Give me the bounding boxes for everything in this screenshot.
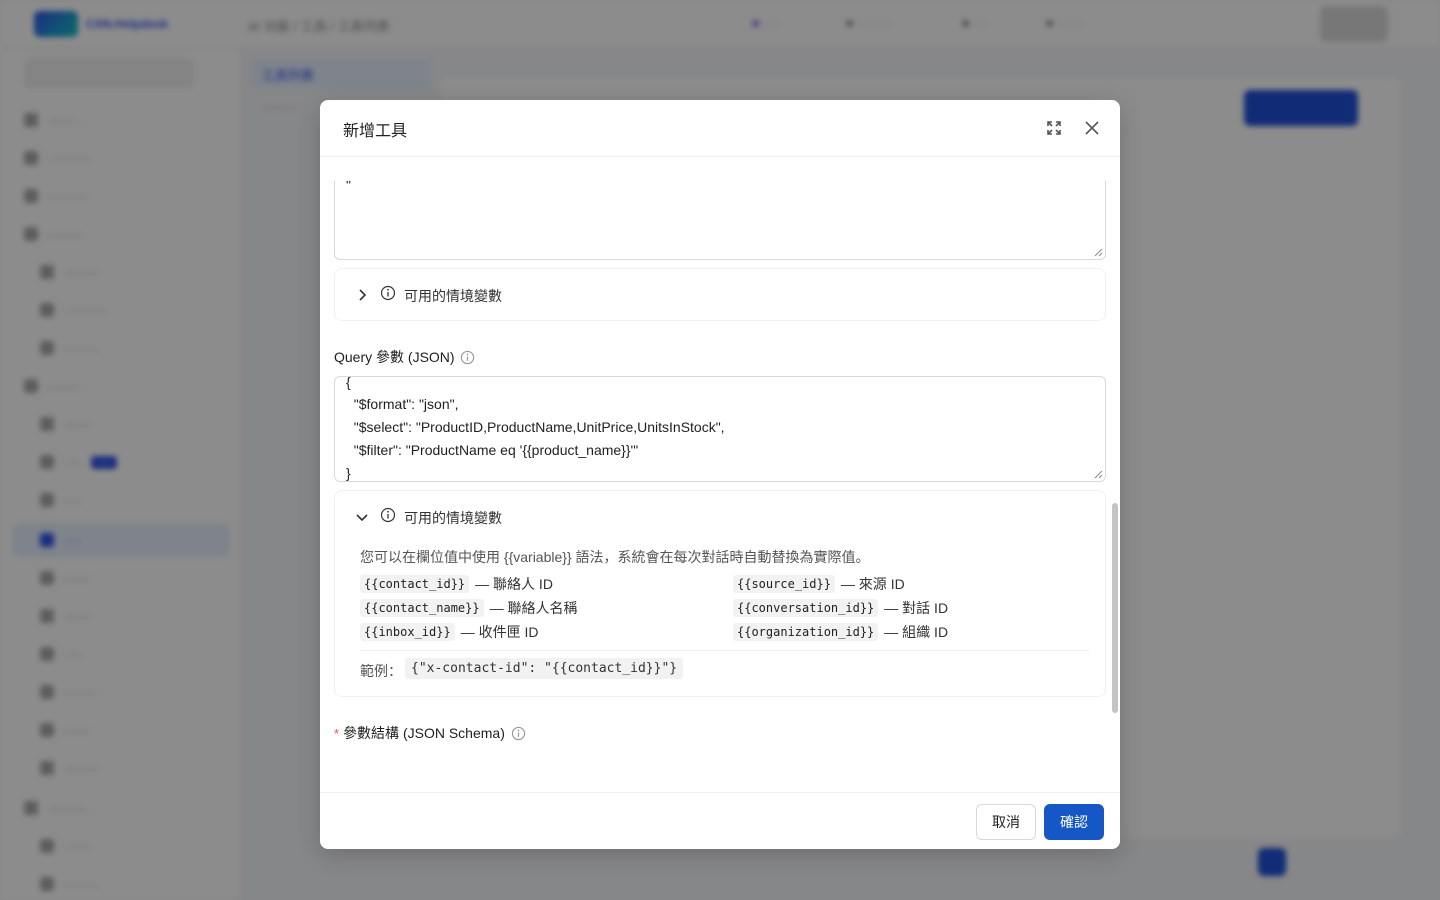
add-tool-modal: 新增工具 " 可用的情境變數 Query 參數 (JSON) {"$forma…	[320, 100, 1120, 849]
code-line: "$format": "json",	[346, 396, 459, 412]
cancel-button[interactable]: 取消	[976, 804, 1036, 840]
schema-label-text: 參數結構 (JSON Schema)	[343, 725, 505, 741]
collapse-header[interactable]: 可用的情境變數	[335, 491, 1105, 543]
var-code: {{contact_id}}	[360, 575, 470, 593]
var-desc: — 聯絡人 ID	[475, 576, 553, 592]
resize-grip-icon[interactable]	[1094, 248, 1103, 257]
fullscreen-icon[interactable]	[1042, 116, 1066, 140]
scrollbar-thumb[interactable]	[1112, 503, 1118, 713]
code-line: {	[346, 376, 351, 390]
context-vars-help: 您可以在欄位值中使用 {{variable}} 語法，系統會在每次對話時自動替換…	[360, 549, 870, 565]
var-contact-id: {{contact_id}} — 聯絡人 ID	[360, 574, 553, 594]
var-contact-name: {{contact_name}} — 聯絡人名稱	[360, 598, 577, 618]
var-desc: — 收件匣 ID	[460, 624, 539, 640]
query-params-label: Query 參數 (JSON)	[334, 347, 475, 367]
chevron-down-icon	[355, 510, 369, 524]
context-vars-collapse-1[interactable]: 可用的情境變數	[334, 268, 1106, 321]
example-code: {"x-contact-id": "{{contact_id}}"}	[405, 658, 684, 679]
collapse-header[interactable]: 可用的情境變數	[335, 269, 1105, 321]
var-code: {{contact_name}}	[360, 599, 484, 617]
collapse-title: 可用的情境變數	[404, 288, 502, 304]
info-icon[interactable]	[511, 726, 526, 741]
context-vars-collapse-2: 可用的情境變數 您可以在欄位值中使用 {{variable}} 語法，系統會在每…	[334, 490, 1106, 697]
var-code: {{organization_id}}	[733, 623, 879, 641]
code-line: "$filter": "ProductName eq '{{product_na…	[346, 442, 639, 458]
info-icon	[380, 285, 396, 301]
var-organization-id: {{organization_id}} — 組織 ID	[733, 622, 948, 642]
var-inbox-id: {{inbox_id}} — 收件匣 ID	[360, 622, 538, 642]
var-source-id: {{source_id}} — 來源 ID	[733, 574, 905, 594]
modal-title: 新增工具	[343, 123, 408, 140]
confirm-button[interactable]: 確認	[1044, 804, 1104, 840]
var-code: {{conversation_id}}	[733, 599, 879, 617]
var-desc: — 聯絡人名稱	[489, 600, 578, 616]
modal-body[interactable]: " 可用的情境變數 Query 參數 (JSON) { "$format": "…	[320, 157, 1120, 792]
close-icon[interactable]	[1080, 116, 1104, 140]
schema-label: * 參數結構 (JSON Schema)	[334, 723, 526, 743]
collapse-title: 可用的情境變數	[404, 510, 502, 526]
textarea-line: "	[346, 180, 351, 193]
var-desc: — 來源 ID	[840, 576, 905, 592]
var-conversation-id: {{conversation_id}} — 對話 ID	[733, 598, 948, 618]
info-icon[interactable]	[460, 350, 475, 365]
modal-header: 新增工具	[320, 100, 1120, 157]
chevron-right-icon	[355, 288, 369, 302]
body-textarea[interactable]: "	[334, 180, 1106, 260]
query-params-textarea[interactable]: { "$format": "json", "$select": "Product…	[334, 376, 1106, 482]
code-line: "$select": "ProductID,ProductName,UnitPr…	[346, 419, 725, 435]
var-desc: — 組織 ID	[884, 624, 949, 640]
modal-footer: 取消 確認	[320, 792, 1120, 849]
var-code: {{source_id}}	[733, 575, 835, 593]
code-line: }	[346, 465, 351, 481]
example-label: 範例：	[360, 663, 402, 679]
divider	[360, 650, 1089, 651]
required-mark: *	[334, 725, 340, 741]
var-code: {{inbox_id}}	[360, 623, 455, 641]
info-icon	[380, 507, 396, 523]
var-desc: — 對話 ID	[884, 600, 949, 616]
query-params-label-text: Query 參數 (JSON)	[334, 349, 455, 365]
resize-grip-icon[interactable]	[1094, 470, 1103, 479]
